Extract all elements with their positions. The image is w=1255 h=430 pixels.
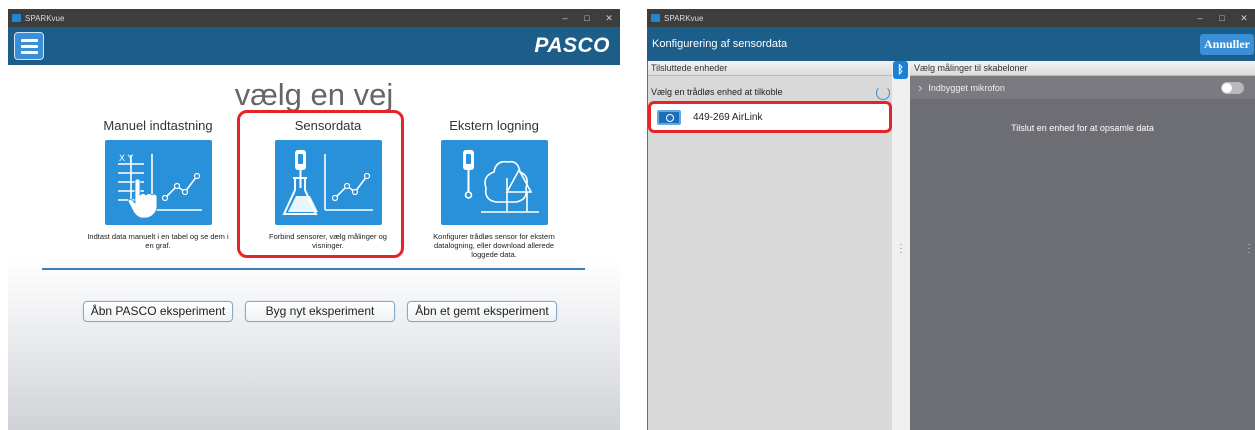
sparkvue-window-sensor-config: SPARKvue – □ ✕ Konfigurering af sensorda… xyxy=(647,9,1255,430)
drag-handle-icon[interactable]: · · · xyxy=(898,240,904,258)
builtin-mic-row[interactable]: › Indbygget mikrofon xyxy=(910,76,1255,99)
page-title: Konfigurering af sensordata xyxy=(652,38,788,50)
open-pasco-experiment-button[interactable]: Åbn PASCO eksperiment xyxy=(83,301,233,322)
minimize-button[interactable]: – xyxy=(1189,13,1211,23)
card-description: Konfigurer trådløs sensor for ekstern da… xyxy=(433,232,555,259)
panel-heading: Vælg målinger til skabeloner xyxy=(910,61,1255,76)
highlight-box xyxy=(237,110,404,258)
hamburger-menu-button[interactable] xyxy=(14,32,44,60)
sparkvue-app-icon xyxy=(12,14,21,22)
card-title: Ekstern logning xyxy=(449,118,539,133)
page-title: vælg en vej xyxy=(234,77,394,112)
divider-line xyxy=(42,268,585,270)
airlink-device-icon xyxy=(657,109,681,125)
mic-label: Indbygget mikrofon xyxy=(928,82,1005,93)
cancel-button[interactable]: Annuller xyxy=(1199,33,1254,55)
window-title: SPARKvue xyxy=(664,13,704,23)
minimize-button[interactable]: – xyxy=(554,13,576,23)
sparkvue-window-home: SPARKvue – □ ✕ PASCO vælg en vej Manuel … xyxy=(8,9,620,430)
panel-subheading: Vælg en trådløs enhed at tilkoble xyxy=(648,86,892,101)
title-bar: SPARKvue – □ ✕ xyxy=(8,9,620,27)
device-name: 449-269 AirLink xyxy=(693,111,763,123)
device-item-airlink[interactable]: 449-269 AirLink xyxy=(648,101,892,133)
card-manual-entry[interactable]: Manuel indtastning X Y Indtast data manu… xyxy=(83,118,233,250)
connected-devices-panel: Tilsluttede enheder Vælg en trådløs enhe… xyxy=(648,61,892,430)
maximize-button[interactable]: □ xyxy=(1211,13,1233,23)
app-header: Konfigurering af sensordata Annuller xyxy=(647,27,1255,61)
close-button[interactable]: ✕ xyxy=(598,13,620,24)
panel-heading: Tilsluttede enheder xyxy=(648,61,892,76)
title-bar: SPARKvue – □ ✕ xyxy=(647,9,1255,27)
maximize-button[interactable]: □ xyxy=(576,13,598,23)
card-title: Manuel indtastning xyxy=(103,118,213,133)
app-header: PASCO xyxy=(8,27,620,65)
loading-spinner-icon xyxy=(876,86,890,100)
subheading-label: Vælg en trådløs enhed at tilkoble xyxy=(651,87,783,97)
bluetooth-icon[interactable]: ᛒ xyxy=(893,61,908,79)
build-new-experiment-button[interactable]: Byg nyt eksperiment xyxy=(245,301,395,322)
sparkvue-app-icon xyxy=(651,14,660,22)
chevron-right-icon[interactable]: › xyxy=(918,80,922,95)
card-description: Indtast data manuelt i en tabel og se de… xyxy=(87,232,229,250)
table-graph-icon[interactable]: X Y xyxy=(104,140,212,225)
open-saved-experiment-button[interactable]: Åbn et gemt eksperiment xyxy=(407,301,557,322)
window-title: SPARKvue xyxy=(25,13,65,23)
empty-state-message: Tilslut en enhed for at opsamle data xyxy=(1011,123,1154,133)
panel-splitter[interactable]: ᛒ · · · xyxy=(892,61,910,430)
pasco-logo: PASCO xyxy=(534,34,610,57)
svg-text:X Y: X Y xyxy=(119,153,133,163)
card-remote-logging[interactable]: Ekstern logning Konfigurer trådløs senso… xyxy=(419,118,569,259)
measurements-panel: Vælg målinger til skabeloner › Indbygget… xyxy=(910,61,1255,430)
close-button[interactable]: ✕ xyxy=(1233,13,1255,24)
drag-handle-icon[interactable]: · · · xyxy=(1246,240,1252,258)
mic-toggle[interactable] xyxy=(1221,81,1244,94)
remote-trees-icon[interactable] xyxy=(440,140,548,225)
